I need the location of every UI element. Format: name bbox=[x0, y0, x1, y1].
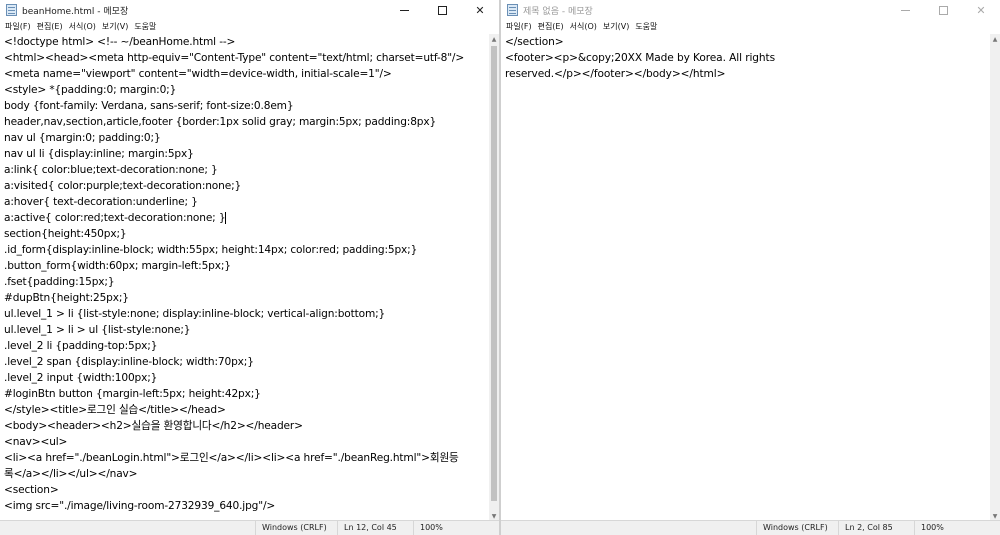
code-line: section{height:450px;} bbox=[4, 228, 127, 240]
notepad-icon bbox=[507, 4, 518, 16]
code-line: ul.level_1 > li {list-style:none; displa… bbox=[4, 308, 386, 320]
code-line: 록</a></li></ul></nav> bbox=[4, 468, 138, 480]
status-encoding: Windows (CRLF) bbox=[255, 521, 327, 535]
code-line: .level_2 li {padding-top:5px;} bbox=[4, 340, 158, 352]
menu-view[interactable]: 보기(V) bbox=[99, 21, 131, 32]
code-line: </section> bbox=[505, 36, 564, 48]
menu-view[interactable]: 보기(V) bbox=[600, 21, 632, 32]
code-line: .level_2 input {width:100px;} bbox=[4, 372, 158, 384]
code-line: <section> bbox=[4, 484, 59, 496]
status-bar: Windows (CRLF) Ln 12, Col 45 100% bbox=[0, 520, 499, 535]
text-editor[interactable]: </section> <footer><p>&copy;20XX Made by… bbox=[501, 34, 990, 521]
code-line: ul.level_1 > li > ul {list-style:none;} bbox=[4, 324, 191, 336]
vertical-scrollbar[interactable]: ▲ ▼ bbox=[489, 34, 499, 521]
scroll-thumb[interactable] bbox=[491, 46, 497, 501]
status-zoom: 100% bbox=[413, 521, 443, 535]
code-line: <body><header><h2>실습을 환영합니다</h2></header… bbox=[4, 420, 303, 432]
code-line: header,nav,section,article,footer {borde… bbox=[4, 116, 437, 128]
window-title: beanHome.html - 메모장 bbox=[22, 6, 129, 17]
vertical-scrollbar[interactable]: ▲ ▼ bbox=[990, 34, 1000, 521]
menu-format[interactable]: 서식(O) bbox=[66, 21, 99, 32]
notepad-window-left: beanHome.html - 메모장 ✕ 파일(F) 편집(E) 서식(O) … bbox=[0, 0, 500, 535]
code-line: a:visited{ color:purple;text-decoration:… bbox=[4, 180, 242, 192]
close-icon[interactable]: ✕ bbox=[962, 0, 1000, 20]
maximize-icon[interactable] bbox=[924, 0, 962, 20]
code-line: <li><a href="./beanLogin.html">로그인</a></… bbox=[4, 452, 459, 464]
code-line: #loginBtn button {margin-left:5px; heigh… bbox=[4, 388, 261, 400]
code-line: nav ul {margin:0; padding:0;} bbox=[4, 132, 161, 144]
close-icon[interactable]: ✕ bbox=[461, 0, 499, 20]
notepad-icon bbox=[6, 4, 17, 16]
maximize-icon[interactable] bbox=[423, 0, 461, 20]
scroll-up-icon[interactable]: ▲ bbox=[489, 34, 499, 44]
window-controls: ✕ bbox=[886, 0, 1000, 20]
code-line-with-cursor: a:active{ color:red;text-decoration:none… bbox=[0, 210, 489, 226]
notepad-window-right: 제목 없음 - 메모장 ✕ 파일(F) 편집(E) 서식(O) 보기(V) 도움… bbox=[500, 0, 1000, 535]
minimize-icon[interactable] bbox=[886, 0, 924, 20]
menu-bar: 파일(F) 편집(E) 서식(O) 보기(V) 도움말 bbox=[0, 20, 499, 33]
status-encoding: Windows (CRLF) bbox=[756, 521, 828, 535]
status-cursor-position: Ln 2, Col 85 bbox=[838, 521, 893, 535]
text-cursor bbox=[225, 212, 227, 224]
status-cursor-position: Ln 12, Col 45 bbox=[337, 521, 397, 535]
scroll-up-icon[interactable]: ▲ bbox=[990, 34, 1000, 44]
code-line: .fset{padding:15px;} bbox=[4, 276, 115, 288]
menu-file[interactable]: 파일(F) bbox=[503, 21, 535, 32]
code-line-text: a:active{ color:red;text-decoration:none… bbox=[4, 212, 226, 224]
title-bar[interactable]: beanHome.html - 메모장 ✕ bbox=[0, 0, 499, 20]
code-line: <meta name="viewport" content="width=dev… bbox=[4, 68, 392, 80]
text-editor[interactable]: <!doctype html> <!-- ~/beanHome.html -->… bbox=[0, 34, 489, 521]
code-line: <img src="./image/living-room-2732939_64… bbox=[4, 500, 276, 512]
code-line: body {font-family: Verdana, sans-serif; … bbox=[4, 100, 294, 112]
code-line: #dupBtn{height:25px;} bbox=[4, 292, 129, 304]
status-bar: Windows (CRLF) Ln 2, Col 85 100% bbox=[501, 520, 1000, 535]
menu-help[interactable]: 도움말 bbox=[131, 21, 159, 32]
menu-format[interactable]: 서식(O) bbox=[567, 21, 600, 32]
minimize-icon[interactable] bbox=[385, 0, 423, 20]
status-zoom: 100% bbox=[914, 521, 944, 535]
code-line: nav ul li {display:inline; margin:5px} bbox=[4, 148, 194, 160]
code-line: .button_form{width:60px; margin-left:5px… bbox=[4, 260, 231, 272]
code-line: .id_form{display:inline-block; width:55p… bbox=[4, 244, 418, 256]
code-line: </style><title>로그인 실습</title></head> bbox=[4, 404, 226, 416]
code-line: <html><head><meta http-equiv="Content-Ty… bbox=[4, 52, 465, 64]
menu-bar: 파일(F) 편집(E) 서식(O) 보기(V) 도움말 bbox=[501, 20, 1000, 33]
code-line: <style> *{padding:0; margin:0;} bbox=[4, 84, 177, 96]
menu-file[interactable]: 파일(F) bbox=[2, 21, 34, 32]
code-line: reserved.</p></footer></body></html> bbox=[505, 68, 726, 80]
menu-help[interactable]: 도움말 bbox=[632, 21, 660, 32]
window-controls: ✕ bbox=[385, 0, 499, 20]
menu-edit[interactable]: 편집(E) bbox=[34, 21, 66, 32]
code-line: a:hover{ text-decoration:underline; } bbox=[4, 196, 198, 208]
window-title: 제목 없음 - 메모장 bbox=[523, 6, 593, 17]
title-bar[interactable]: 제목 없음 - 메모장 ✕ bbox=[501, 0, 1000, 20]
code-line: a:link{ color:blue;text-decoration:none;… bbox=[4, 164, 218, 176]
menu-edit[interactable]: 편집(E) bbox=[535, 21, 567, 32]
code-line: <nav><ul> bbox=[4, 436, 68, 448]
code-line: <!doctype html> <!-- ~/beanHome.html --> bbox=[4, 36, 236, 48]
code-line: .level_2 span {display:inline-block; wid… bbox=[4, 356, 254, 368]
code-line: <footer><p>&copy;20XX Made by Korea. All… bbox=[505, 52, 776, 64]
